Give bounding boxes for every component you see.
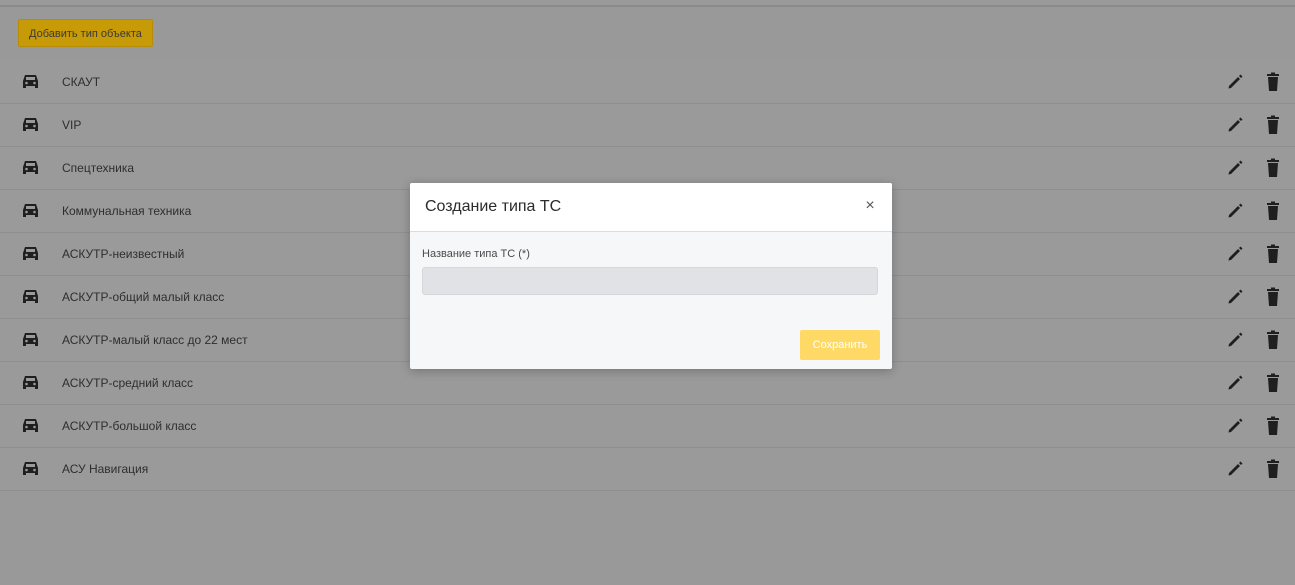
create-type-dialog: Создание типа ТС × Название типа ТС (*) … (410, 183, 892, 369)
close-icon[interactable]: × (861, 197, 879, 215)
modal-overlay: Создание типа ТС × Название типа ТС (*) … (0, 0, 1295, 585)
dialog-header: Создание типа ТС × (410, 183, 892, 232)
save-button[interactable]: Сохранить (800, 330, 880, 360)
type-name-input[interactable] (422, 267, 878, 295)
dialog-title: Создание типа ТС (425, 198, 562, 215)
type-name-label: Название типа ТС (*) (422, 248, 530, 260)
